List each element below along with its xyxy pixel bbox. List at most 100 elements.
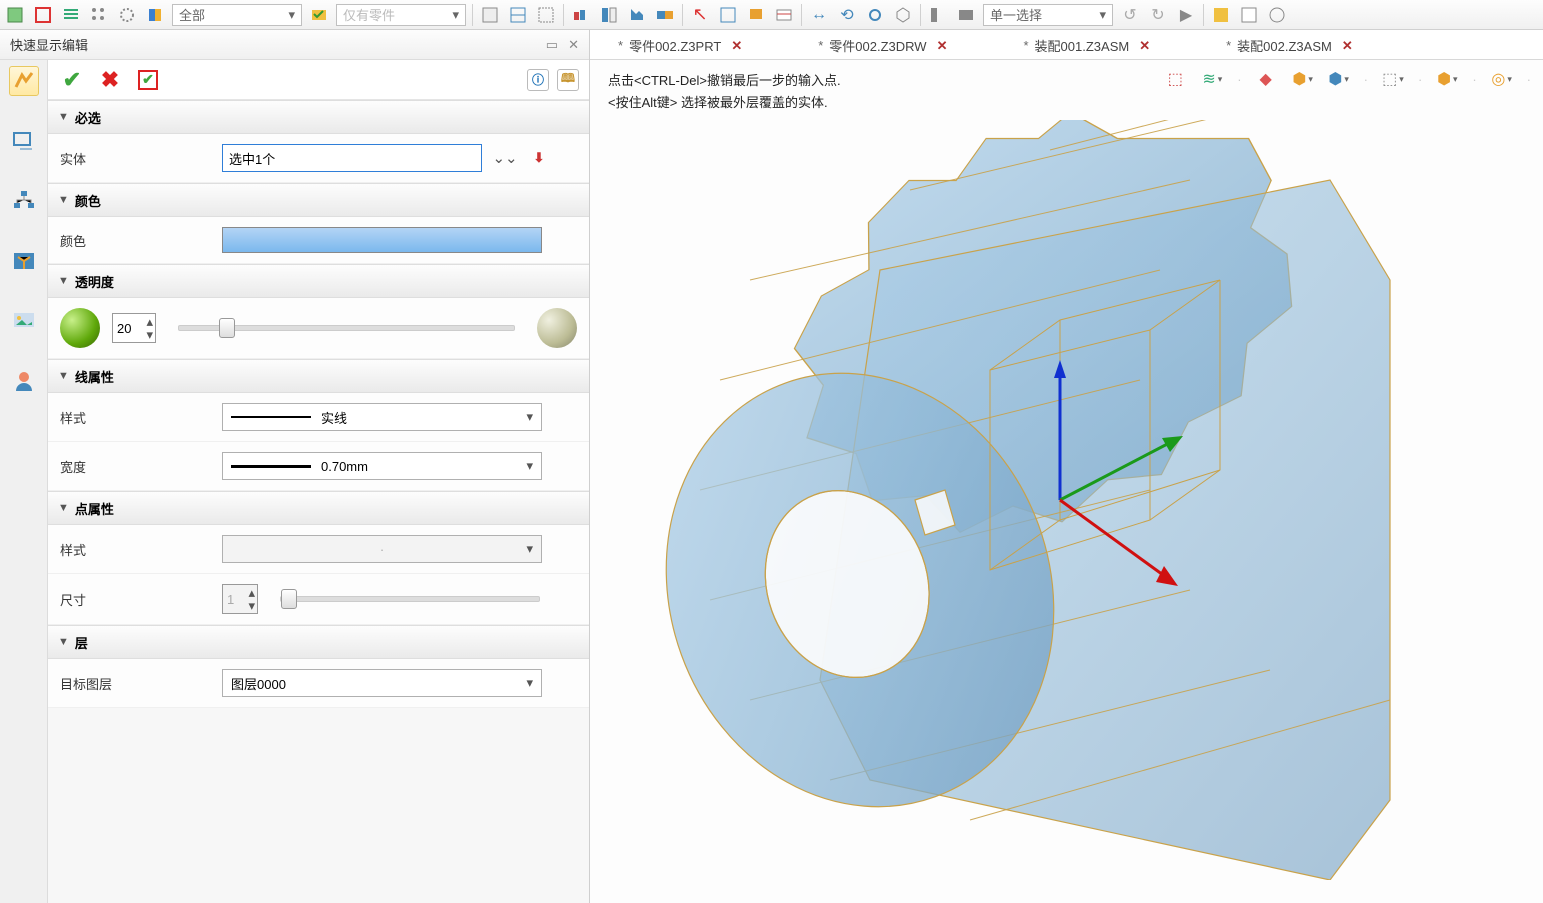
tab-asm1[interactable]: * 装配001.Z3ASM ✕ — [1015, 32, 1158, 59]
close-tab-icon[interactable]: ✕ — [1342, 38, 1353, 54]
toolbar-icon[interactable] — [745, 4, 767, 26]
transparency-value-input[interactable]: 20 ▴▾ — [112, 313, 156, 343]
toolbar-icon[interactable] — [308, 4, 330, 26]
toolbar-icon[interactable] — [773, 4, 795, 26]
separator: · — [1527, 72, 1531, 87]
info-button[interactable]: ⓘ — [527, 69, 549, 91]
tab-part-drw[interactable]: * 零件002.Z3DRW ✕ — [810, 32, 955, 59]
side-icon-box[interactable] — [9, 246, 39, 276]
caret-icon: ▼ — [58, 275, 69, 287]
target-layer-select[interactable]: 图层0000 — [222, 669, 542, 697]
section-line-label: 线属性 — [75, 367, 114, 386]
point-size-input[interactable]: 1 ▴▾ — [222, 584, 258, 614]
tab-asm2[interactable]: * 装配002.Z3ASM ✕ — [1218, 32, 1361, 59]
slider-thumb[interactable] — [281, 589, 297, 609]
toolbar-icon[interactable] — [479, 4, 501, 26]
tab-part-prt[interactable]: * 零件002.Z3PRT ✕ — [610, 32, 750, 59]
3d-viewport[interactable]: 点击<CTRL-Del>撤销最后一步的输入点. <按住Alt键> 选择被最外层覆… — [590, 60, 1543, 903]
vp-tool-eraser-icon[interactable]: ◆ — [1256, 68, 1278, 90]
toolbar-icon[interactable] — [116, 4, 138, 26]
toolbar-icon[interactable] — [864, 4, 886, 26]
line-width-select[interactable]: 0.70mm — [222, 452, 542, 480]
toolbar-icon[interactable] — [60, 4, 82, 26]
cancel-button[interactable]: ✖ — [96, 66, 124, 94]
close-tab-icon[interactable]: ✕ — [937, 38, 948, 54]
toolbar-icon[interactable] — [1266, 4, 1288, 26]
vp-tool-icon[interactable]: ⬢ — [1292, 68, 1314, 90]
side-icon-tree[interactable] — [9, 126, 39, 156]
side-icon-feature[interactable] — [9, 66, 39, 96]
vp-tool-icon[interactable]: ⬚ — [1165, 68, 1187, 90]
accept-button[interactable]: ✔ — [58, 66, 86, 94]
entity-input[interactable]: 选中1个 — [222, 144, 482, 172]
transparency-slider[interactable] — [178, 325, 515, 331]
toolbar-icon[interactable] — [654, 4, 676, 26]
toolbar-icon[interactable]: ↺ — [1119, 4, 1141, 26]
section-color[interactable]: ▼ 颜色 — [48, 183, 589, 217]
bookmark-button[interactable]: 🕮 — [557, 69, 579, 91]
apply-button[interactable]: ✔ — [134, 66, 162, 94]
point-size-slider[interactable] — [280, 596, 540, 602]
color-swatch[interactable] — [222, 227, 542, 253]
expand-button[interactable]: ⌄⌄ — [494, 147, 516, 169]
section-point-attr[interactable]: ▼ 点属性 — [48, 491, 589, 525]
modified-star: * — [1023, 38, 1028, 53]
section-color-label: 颜色 — [75, 191, 101, 210]
section-required[interactable]: ▼ 必选 — [48, 100, 589, 134]
toolbar-icon[interactable]: ↻ — [1147, 4, 1169, 26]
minimize-icon[interactable]: ▭ — [546, 37, 558, 53]
toolbar-icon[interactable] — [955, 4, 977, 26]
toolbar-icon[interactable] — [144, 4, 166, 26]
side-icon-hierarchy[interactable] — [9, 186, 39, 216]
side-icon-image[interactable] — [9, 306, 39, 336]
toolbar-icon[interactable] — [88, 4, 110, 26]
toolbar-icon[interactable] — [535, 4, 557, 26]
close-tab-icon[interactable]: ✕ — [1139, 38, 1150, 54]
section-transparency[interactable]: ▼ 透明度 — [48, 264, 589, 298]
toolbar-icon[interactable] — [32, 4, 54, 26]
side-icon-user[interactable] — [9, 366, 39, 396]
toolbar-icon[interactable]: ↔ — [808, 4, 830, 26]
transparent-sphere-icon — [537, 308, 577, 348]
caret-icon: ▼ — [58, 194, 69, 206]
section-line-attr[interactable]: ▼ 线属性 — [48, 359, 589, 393]
toolbar-icon[interactable] — [717, 4, 739, 26]
toolbar-icon[interactable] — [1210, 4, 1232, 26]
toolbar-icon[interactable] — [626, 4, 648, 26]
toolbar-icon[interactable] — [570, 4, 592, 26]
caret-icon: ▼ — [58, 370, 69, 382]
modified-star: * — [618, 38, 623, 53]
filter-combo-all[interactable]: 全部 — [172, 4, 302, 26]
point-style-select[interactable]: · — [222, 535, 542, 563]
close-icon[interactable]: ✕ — [568, 37, 579, 53]
toolbar-icon[interactable] — [4, 4, 26, 26]
slider-thumb[interactable] — [219, 318, 235, 338]
toolbar-icon[interactable]: ▶ — [1175, 4, 1197, 26]
gear-3d-model[interactable] — [630, 120, 1430, 880]
vp-tool-icon[interactable]: ⬢ — [1436, 68, 1458, 90]
toolbar-icon[interactable] — [1238, 4, 1260, 26]
toolbar-icon[interactable] — [598, 4, 620, 26]
toolbar-icon[interactable] — [927, 4, 949, 26]
line-style-select[interactable]: 实线 — [222, 403, 542, 431]
properties-panel: 快速显示编辑 ▭ ✕ ✔ — [0, 30, 590, 903]
toolbar-icon[interactable]: ⟲ — [836, 4, 858, 26]
modified-star: * — [818, 38, 823, 53]
spinner-arrows[interactable]: ▴▾ — [248, 586, 255, 612]
toolbar-icon[interactable] — [892, 4, 914, 26]
caret-icon: ▼ — [58, 111, 69, 123]
toolbar-icon[interactable]: ↖ — [689, 4, 711, 26]
vp-tool-zoom-icon[interactable]: ◎ — [1491, 68, 1513, 90]
section-layer[interactable]: ▼ 层 — [48, 625, 589, 659]
clear-button[interactable]: ⬇ — [528, 147, 550, 169]
spinner-arrows[interactable]: ▴▾ — [146, 315, 153, 341]
toolbar-icon[interactable] — [507, 4, 529, 26]
close-tab-icon[interactable]: ✕ — [731, 38, 742, 54]
point-style-value: · — [231, 542, 533, 557]
vp-tool-cube-icon[interactable]: ⬚ — [1382, 68, 1404, 90]
vp-tool-icon[interactable]: ⬢ — [1328, 68, 1350, 90]
filter-combo-parts[interactable]: 仅有零件 — [336, 4, 466, 26]
selection-mode-combo[interactable]: 单一选择 — [983, 4, 1113, 26]
vp-tool-icon[interactable]: ≋ — [1201, 68, 1223, 90]
separator: · — [1364, 72, 1368, 87]
